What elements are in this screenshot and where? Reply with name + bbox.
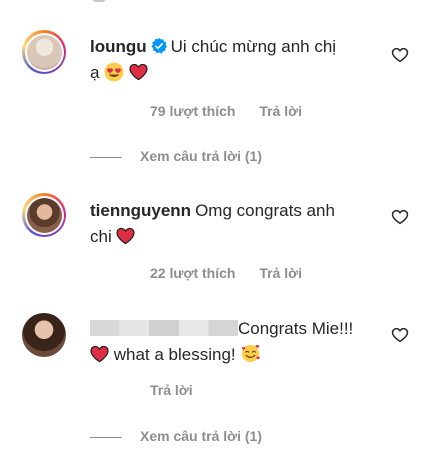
reply-button[interactable]: Trả lời bbox=[150, 382, 193, 398]
likes-count[interactable]: 22 lượt thích bbox=[150, 265, 235, 281]
comment-text: Congrats Mie!!! what a blessing! bbox=[90, 316, 390, 368]
comment-text: loungu Ui chúc mừng anh chị ạ bbox=[90, 34, 370, 86]
divider-line bbox=[90, 436, 122, 438]
comment-meta: 79 lượt thích Trả lời bbox=[150, 103, 322, 119]
red-heart-emoji bbox=[129, 63, 148, 81]
verified-badge-icon bbox=[151, 36, 167, 54]
heart-outline-icon[interactable] bbox=[391, 326, 409, 344]
red-heart-emoji bbox=[90, 345, 109, 363]
comment-username[interactable]: tiennguyenn bbox=[90, 201, 191, 220]
comment-meta: 22 lượt thích Trả lời bbox=[150, 265, 322, 281]
reply-button[interactable]: Trả lời bbox=[259, 265, 302, 281]
scrolled-off-content bbox=[0, 0, 446, 4]
redacted-username bbox=[90, 320, 238, 336]
comment-text: tiennguyenn Omg congrats anh chi bbox=[90, 198, 370, 250]
reply-button[interactable]: Trả lời bbox=[259, 103, 302, 119]
comment-body-cont: chi bbox=[90, 227, 112, 246]
smiling-face-with-hearts-emoji bbox=[240, 343, 261, 363]
heart-eyes-emoji bbox=[104, 62, 124, 82]
avatar[interactable] bbox=[22, 313, 66, 357]
comment-body-cont: what a blessing! bbox=[113, 345, 236, 364]
avatar[interactable] bbox=[22, 193, 66, 237]
comment-body: Omg congrats anh bbox=[195, 201, 335, 220]
comment-meta: Trả lời bbox=[150, 382, 213, 398]
view-replies-button[interactable]: Xem câu trả lời (1) bbox=[90, 428, 262, 444]
comment-body: Congrats Mie!!! bbox=[238, 319, 354, 338]
heart-outline-icon[interactable] bbox=[391, 208, 409, 226]
comment-body-cont: ạ bbox=[90, 63, 100, 82]
view-replies-label: Xem câu trả lời (1) bbox=[140, 148, 262, 164]
likes-count[interactable]: 79 lượt thích bbox=[150, 103, 235, 119]
comment-body: Ui chúc mừng anh chị bbox=[170, 37, 337, 56]
comment-username[interactable]: loungu bbox=[90, 37, 147, 56]
view-replies-label: Xem câu trả lời (1) bbox=[140, 428, 262, 444]
heart-outline-icon[interactable] bbox=[391, 46, 409, 64]
red-heart-emoji bbox=[116, 227, 136, 245]
avatar[interactable] bbox=[22, 30, 66, 74]
view-replies-button[interactable]: Xem câu trả lời (1) bbox=[90, 148, 262, 164]
divider-line bbox=[90, 156, 122, 158]
